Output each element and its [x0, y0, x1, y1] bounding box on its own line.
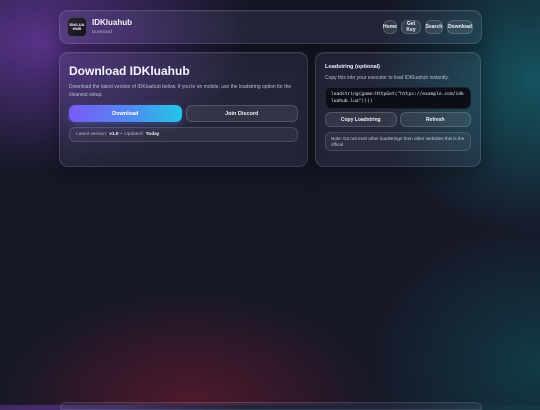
version-label: Latest version:	[76, 132, 108, 137]
updated-label: Updated:	[124, 132, 144, 137]
loadstring-title: Loadstring (optional)	[325, 64, 380, 70]
loadstring-card: Loadstring (optional) Copy this into you…	[315, 52, 481, 167]
brand-title: IDKluahub	[92, 18, 132, 27]
nav-get-key-button[interactable]: Get Key	[401, 20, 421, 34]
download-description: Download the latest version of IDKluahub…	[69, 84, 292, 98]
loadstring-code[interactable]: loadstring(game:HttpGet("https://example…	[325, 87, 471, 109]
download-button[interactable]: Download	[69, 105, 182, 122]
loadstring-description: Copy this into your executor to load IDK…	[325, 75, 449, 81]
refresh-button[interactable]: Refresh	[399, 112, 471, 127]
page-title: Download IDKluahub	[69, 64, 190, 78]
version-info: Latest version: v1.0 • Updated: Today	[69, 127, 298, 142]
download-card: Download IDKluahub Download the latest v…	[59, 52, 308, 167]
brand-subtitle: Download	[92, 29, 113, 34]
brand: IDKluahub Download	[92, 18, 132, 36]
footer-panel	[60, 402, 482, 410]
version-value: v1.0	[109, 132, 119, 137]
top-bar: IDKLUA HUB IDKluahub Download Home Get K…	[59, 10, 482, 44]
app-logo[interactable]: IDKLUA HUB	[67, 17, 87, 37]
nav-download-button[interactable]: Download	[447, 20, 473, 34]
nav-bar: Home Get Key Search Download	[383, 20, 473, 34]
download-actions: Download Join Discord	[69, 105, 298, 122]
version-separator: •	[120, 132, 123, 137]
join-discord-button[interactable]: Join Discord	[185, 105, 298, 122]
nav-search-button[interactable]: Search	[425, 20, 443, 34]
loadstring-actions: Copy Loadstring Refresh	[325, 112, 471, 127]
nav-home-button[interactable]: Home	[383, 20, 397, 34]
copy-loadstring-button[interactable]: Copy Loadstring	[325, 112, 397, 127]
updated-value: Today	[145, 132, 160, 137]
warning-note: Note: Do not trust other loadstrings fro…	[325, 132, 471, 151]
